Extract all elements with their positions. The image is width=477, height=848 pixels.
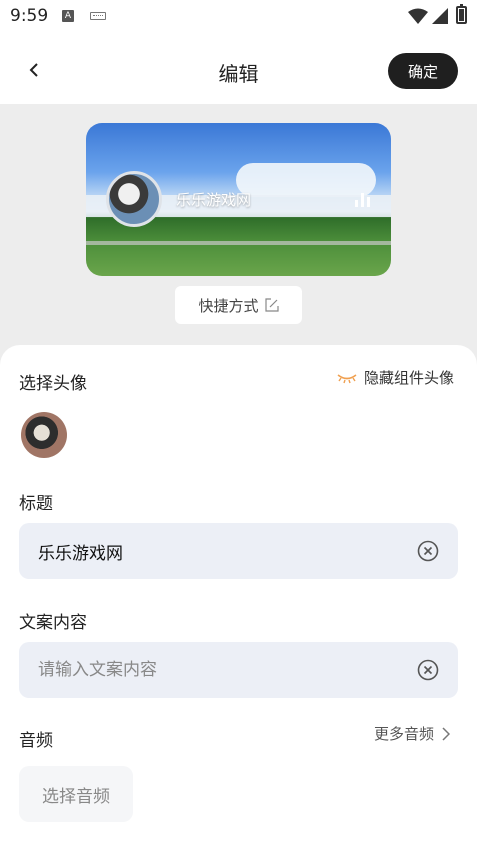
chevron-right-icon xyxy=(442,726,451,741)
confirm-button[interactable]: 确定 xyxy=(388,53,458,89)
preview-name: 乐乐游戏网 xyxy=(176,191,252,209)
preview-avatar xyxy=(106,171,162,227)
status-bar: 9:59 A xyxy=(0,0,477,34)
edit-form-sheet: 选择头像 隐藏组件头像 标题 文案内容 音频 更多音频 选择音频 xyxy=(0,345,477,848)
status-time: 9:59 xyxy=(10,6,49,26)
copy-input[interactable] xyxy=(38,642,408,698)
avatar-option[interactable] xyxy=(21,412,67,458)
title-input[interactable] xyxy=(38,523,408,579)
hide-avatar-toggle[interactable]: 隐藏组件头像 xyxy=(336,367,454,388)
title-field[interactable] xyxy=(19,523,458,579)
clear-icon[interactable] xyxy=(417,659,439,681)
wifi-icon xyxy=(408,8,428,24)
title-section-label: 标题 xyxy=(19,494,53,514)
cell-signal-icon xyxy=(432,8,448,24)
copy-field[interactable] xyxy=(19,642,458,698)
hide-avatar-label: 隐藏组件头像 xyxy=(364,369,455,387)
copy-section-label: 文案内容 xyxy=(19,613,87,633)
battery-icon xyxy=(456,4,467,24)
bar-chart-icon xyxy=(355,193,370,207)
widget-preview-card[interactable]: 乐乐游戏网 xyxy=(86,123,391,276)
app-bar: 编辑 确定 xyxy=(0,34,477,104)
fence-shape xyxy=(86,241,391,245)
a-notification-icon: A xyxy=(62,10,74,22)
eye-closed-icon xyxy=(337,373,357,383)
choose-audio-button[interactable]: 选择音频 xyxy=(19,766,133,822)
more-audio-label: 更多音频 xyxy=(374,725,435,743)
edit-icon xyxy=(264,298,279,312)
avatar-section-label: 选择头像 xyxy=(19,374,87,394)
clear-icon[interactable] xyxy=(417,540,439,562)
shortcut-label: 快捷方式 xyxy=(198,296,259,315)
widget-preview-area: 乐乐游戏网 快捷方式 xyxy=(0,104,477,349)
keyboard-icon xyxy=(90,12,106,20)
more-audio-link[interactable]: 更多音频 xyxy=(374,723,451,744)
shortcut-button[interactable]: 快捷方式 xyxy=(175,286,302,324)
audio-section-label: 音频 xyxy=(19,731,53,751)
